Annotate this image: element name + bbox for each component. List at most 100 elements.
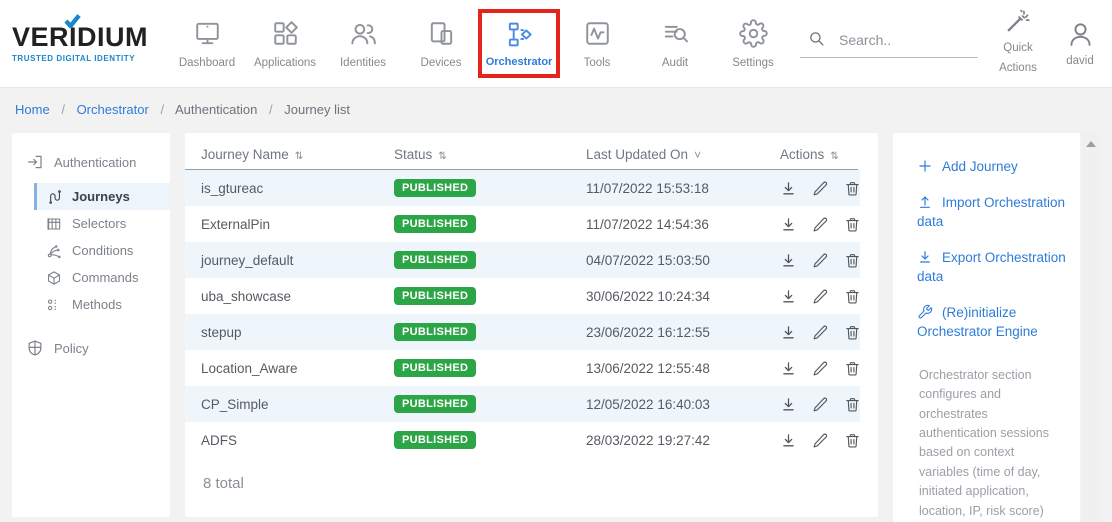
delete-icon[interactable] (844, 216, 861, 233)
nav-item-settings[interactable]: Settings (714, 0, 792, 88)
sidebar-label: Policy (54, 341, 89, 356)
sort-desc-icon: ˅ (694, 148, 701, 162)
quick-actions-label: Quick Actions (995, 39, 1041, 78)
magic-wand-icon (1005, 8, 1031, 34)
download-icon[interactable] (780, 360, 797, 377)
nav-item-tools[interactable]: Tools (558, 0, 636, 88)
add-journey-button[interactable]: Add Journey (917, 157, 1066, 177)
download-icon[interactable] (780, 288, 797, 305)
table-row: journey_default PUBLISHED 04/07/2022 15:… (185, 242, 860, 278)
edit-icon[interactable] (812, 324, 829, 341)
nav-item-devices[interactable]: Devices (402, 0, 480, 88)
nav-item-dashboard[interactable]: Dashboard (168, 0, 246, 88)
user-name: david (1066, 55, 1094, 67)
breadcrumb-home[interactable]: Home (15, 102, 50, 117)
edit-icon[interactable] (812, 180, 829, 197)
identities-icon (349, 19, 378, 48)
scroll-up-icon[interactable] (1086, 141, 1096, 147)
download-icon[interactable] (780, 432, 797, 449)
breadcrumb-orchestrator[interactable]: Orchestrator (77, 102, 149, 117)
upload-icon (917, 194, 933, 210)
journey-name: uba_showcase (201, 289, 394, 304)
nav-item-identities[interactable]: Identities (324, 0, 402, 88)
nav-item-audit[interactable]: Audit (636, 0, 714, 88)
last-updated: 11/07/2022 15:53:18 (586, 181, 780, 196)
edit-icon[interactable] (812, 432, 829, 449)
right-action-panel: Add Journey Import Orchestration data Ex… (893, 133, 1080, 522)
column-label: Last Updated On (586, 147, 688, 162)
journey-name: stepup (201, 325, 394, 340)
login-icon (26, 153, 44, 171)
user-icon (1066, 20, 1095, 49)
edit-icon[interactable] (812, 216, 829, 233)
column-status[interactable]: Status⇅ (394, 147, 586, 162)
edit-icon[interactable] (812, 396, 829, 413)
column-actions[interactable]: Actions⇅ (780, 147, 858, 162)
delete-icon[interactable] (844, 252, 861, 269)
edit-icon[interactable] (812, 288, 829, 305)
breadcrumb-authentication: Authentication (175, 102, 257, 117)
download-icon[interactable] (780, 252, 797, 269)
status-badge: PUBLISHED (394, 179, 476, 197)
sidebar-item-journeys[interactable]: Journeys (34, 183, 170, 210)
quick-actions-button[interactable]: Quick Actions (988, 8, 1048, 78)
delete-icon[interactable] (844, 180, 861, 197)
sidebar-item-methods[interactable]: Methods (34, 291, 170, 318)
sidebar-label: Conditions (72, 243, 133, 258)
status-badge: PUBLISHED (394, 359, 476, 377)
tools-icon (583, 19, 612, 48)
nav-label: Identities (340, 57, 386, 69)
column-last-updated[interactable]: Last Updated On ˅ (586, 147, 780, 162)
last-updated: 28/03/2022 19:27:42 (586, 433, 780, 448)
journey-name: Location_Aware (201, 361, 394, 376)
delete-icon[interactable] (844, 360, 861, 377)
logo-tagline: TRUSTED DIGITAL IDENTITY (12, 54, 154, 63)
sidebar-label: Methods (72, 297, 122, 312)
last-updated: 11/07/2022 14:54:36 (586, 217, 780, 232)
dashboard-icon (193, 19, 222, 48)
sidebar-item-authentication[interactable]: Authentication (12, 145, 170, 179)
nav-item-applications[interactable]: Applications (246, 0, 324, 88)
nav-label: Audit (662, 57, 688, 69)
sort-both-icon: ⇅ (830, 151, 838, 162)
journeys-icon (46, 189, 62, 205)
audit-icon (661, 19, 690, 48)
sidebar-sub-menu: Journeys Selectors Conditions Commands M… (34, 183, 170, 318)
settings-icon (739, 19, 768, 48)
download-icon[interactable] (780, 216, 797, 233)
delete-icon[interactable] (844, 288, 861, 305)
search-input[interactable] (839, 32, 959, 48)
reinitialize-engine-button[interactable]: (Re)initialize Orchestrator Engine (917, 303, 1066, 342)
delete-icon[interactable] (844, 396, 861, 413)
sidebar-item-policy[interactable]: Policy (12, 331, 170, 365)
delete-icon[interactable] (844, 432, 861, 449)
export-orchestration-button[interactable]: Export Orchestration data (917, 248, 1066, 287)
highlight-red-box: Orchestrator (478, 9, 561, 78)
sidebar-item-conditions[interactable]: Conditions (34, 237, 170, 264)
sidebar-item-selectors[interactable]: Selectors (34, 210, 170, 237)
table-row: stepup PUBLISHED 23/06/2022 16:12:55 (185, 314, 860, 350)
orchestrator-icon (505, 20, 534, 49)
applications-icon (271, 19, 300, 48)
sidebar: Authentication Journeys Selectors Condit… (12, 133, 170, 517)
sort-both-icon: ⇅ (295, 151, 303, 162)
column-journey-name[interactable]: Journey Name ⇅ (201, 147, 394, 162)
nav-item-orchestrator[interactable]: Orchestrator (480, 0, 558, 88)
download-icon[interactable] (780, 396, 797, 413)
edit-icon[interactable] (812, 360, 829, 377)
edit-icon[interactable] (812, 252, 829, 269)
vertical-scrollbar[interactable] (1082, 133, 1100, 522)
journey-name: ExternalPin (201, 217, 394, 232)
sidebar-item-commands[interactable]: Commands (34, 264, 170, 291)
main-nav: Dashboard Applications Identities Device… (168, 0, 792, 88)
plus-icon (917, 158, 933, 174)
user-menu[interactable]: david (1052, 20, 1108, 67)
table-row: uba_showcase PUBLISHED 30/06/2022 10:24:… (185, 278, 860, 314)
veridium-logo: VERIDIUM TRUSTED DIGITAL IDENTITY (12, 24, 154, 63)
import-orchestration-button[interactable]: Import Orchestration data (917, 193, 1066, 232)
column-label: Journey Name (201, 147, 289, 162)
download-icon[interactable] (780, 180, 797, 197)
download-icon[interactable] (780, 324, 797, 341)
delete-icon[interactable] (844, 324, 861, 341)
search-bar (800, 30, 978, 58)
